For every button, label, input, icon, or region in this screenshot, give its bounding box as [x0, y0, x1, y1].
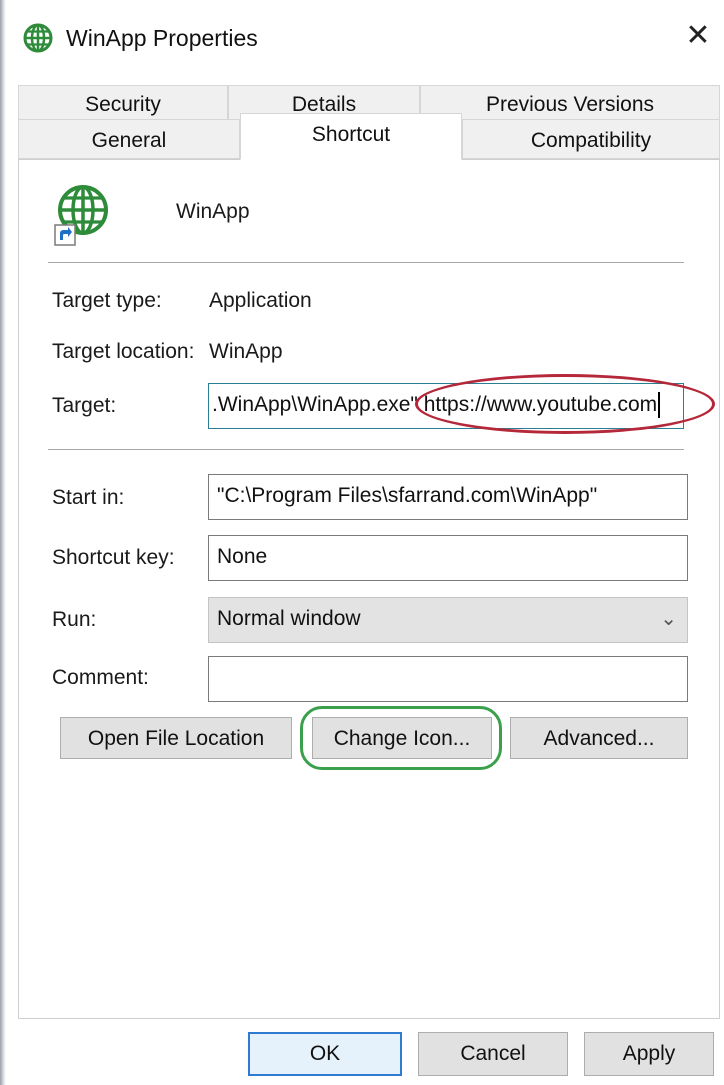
- separator: [48, 449, 684, 450]
- comment-label: Comment:: [52, 666, 149, 689]
- app-name: WinApp: [176, 200, 250, 223]
- tab-security[interactable]: Security: [18, 85, 228, 119]
- target-type-label: Target type:: [52, 289, 162, 312]
- globe-shortcut-icon: [54, 185, 108, 246]
- run-value: Normal window: [217, 607, 361, 630]
- globe-icon: [23, 23, 53, 53]
- open-file-location-button[interactable]: Open File Location: [60, 717, 292, 759]
- change-icon-button[interactable]: Change Icon...: [312, 717, 492, 759]
- apply-button[interactable]: Apply: [584, 1032, 714, 1076]
- window-left-edge: [0, 0, 6, 1085]
- shortcut-panel: [18, 159, 720, 1019]
- target-location-value: WinApp: [209, 340, 283, 363]
- window-title: WinApp Properties: [66, 25, 258, 51]
- target-location-label: Target location:: [52, 340, 195, 363]
- advanced-button[interactable]: Advanced...: [510, 717, 688, 759]
- target-field[interactable]: .WinApp\WinApp.exe" https://www.youtube.…: [208, 383, 684, 429]
- comment-field[interactable]: [208, 656, 688, 702]
- start-in-label: Start in:: [52, 486, 125, 509]
- run-label: Run:: [52, 608, 97, 631]
- separator: [48, 262, 684, 263]
- start-in-field[interactable]: "C:\Program Files\sfarrand.com\WinApp": [208, 474, 688, 520]
- run-dropdown[interactable]: Normal window ⌄: [208, 597, 688, 643]
- ok-button[interactable]: OK: [248, 1032, 402, 1076]
- target-value: .WinApp\WinApp.exe" https://www.youtube.…: [212, 393, 658, 416]
- chevron-down-icon: ⌄: [660, 608, 677, 630]
- target-type-value: Application: [209, 289, 312, 312]
- tab-shortcut[interactable]: Shortcut: [240, 113, 462, 160]
- text-caret: [658, 392, 661, 419]
- target-label: Target:: [52, 394, 117, 417]
- shortcut-key-field[interactable]: None: [208, 535, 688, 581]
- tab-previous-versions[interactable]: Previous Versions: [420, 85, 720, 119]
- tab-general[interactable]: General: [18, 119, 240, 159]
- tab-compatibility[interactable]: Compatibility: [462, 119, 720, 159]
- close-button[interactable]: ✕: [680, 18, 716, 54]
- shortcut-key-label: Shortcut key:: [52, 546, 175, 569]
- cancel-button[interactable]: Cancel: [418, 1032, 568, 1076]
